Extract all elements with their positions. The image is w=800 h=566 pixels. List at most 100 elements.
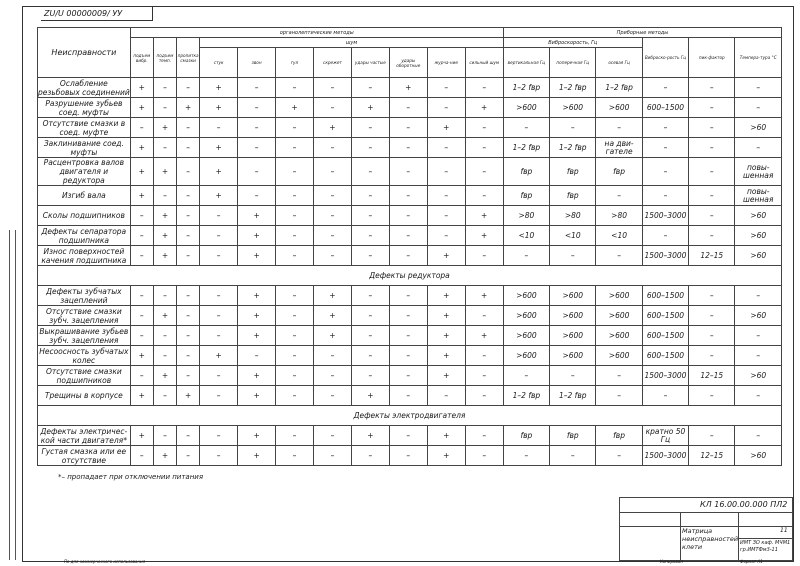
symptom-mark-cell: –	[176, 77, 201, 98]
symptom-mark-cell: +	[199, 157, 239, 186]
measure-cell-speed: 1500–3000	[641, 245, 690, 266]
symptom-mark-cell: +	[312, 305, 352, 326]
symptom-mark-cell: +	[152, 245, 178, 266]
measure-cell-peak: –	[688, 305, 736, 326]
measure-cell-speed: –	[641, 385, 690, 406]
symptom-mark-cell: –	[176, 245, 201, 266]
measure-cell-vert: 1–2 fвр	[502, 77, 551, 98]
symptom-mark-cell: +	[152, 205, 178, 226]
table-row: Заклинивание соед. муфты + – – + – – – – – – –1–2 f…	[37, 137, 782, 158]
fault-name-cell: Отсутствие смазки подшипников	[37, 365, 131, 386]
section-title-motor: Дефекты электродвигателя	[37, 405, 782, 426]
table-row: Разрушение зубьев соед. муфты + – + + – + – + – – +…	[37, 97, 782, 118]
symptom-mark-cell: –	[176, 157, 201, 186]
section-row: Дефекты электродвигателя	[37, 405, 782, 426]
symptom-mark-cell: –	[129, 117, 154, 138]
measure-cell-vert: >600	[502, 305, 551, 326]
symptom-mark-cell: +	[350, 385, 390, 406]
symptom-mark-cell: –	[275, 225, 314, 246]
symptom-mark-cell: –	[388, 117, 428, 138]
measure-cell-speed: 600–1500	[641, 97, 690, 118]
symptom-mark-cell: –	[129, 225, 154, 246]
measure-cell-os: 1–2 fвр	[595, 77, 643, 98]
symptom-mark-cell: –	[152, 325, 178, 346]
symptom-mark-cell: +	[176, 97, 201, 118]
stamp-sheet-count: 11	[780, 527, 788, 534]
symptom-mark-cell: –	[275, 185, 314, 206]
symptom-mark-cell: –	[464, 137, 504, 158]
measure-cell-vert: –	[502, 117, 551, 138]
section-title-reducer: Дефекты редуктора	[37, 265, 782, 286]
symptom-mark-cell: –	[426, 205, 466, 226]
symptom-mark-cell: –	[152, 345, 178, 366]
stamp-line	[680, 512, 681, 560]
measure-cell-vert: >600	[502, 97, 551, 118]
symptom-mark-cell: –	[199, 205, 239, 226]
symptom-mark-cell: –	[464, 157, 504, 186]
fault-rows: Ослабление резьбовых соединений + – – + – – – – +…	[37, 77, 782, 466]
measure-cell-pop: >600	[549, 285, 597, 306]
measure-cell-os: –	[595, 117, 643, 138]
symptom-mark-cell: +	[426, 445, 466, 466]
table-row: Густая смазка или ее отсутствие – + – – + – – – –…	[37, 445, 782, 466]
symptom-mark-cell: –	[275, 157, 314, 186]
symptom-mark-cell: –	[464, 445, 504, 466]
sub-header: сильный шум	[464, 47, 504, 78]
symptom-mark-cell: –	[388, 245, 428, 266]
symptom-mark-cell: –	[350, 157, 390, 186]
symptom-mark-cell: –	[176, 285, 201, 306]
symptom-mark-cell: –	[176, 205, 201, 226]
symptom-mark-cell: –	[129, 285, 154, 306]
symptom-mark-cell: –	[176, 445, 201, 466]
symptom-mark-cell: –	[388, 285, 428, 306]
symptom-mark-cell: +	[129, 185, 154, 206]
measure-cell-os: –	[595, 385, 643, 406]
symptom-mark-cell: +	[152, 117, 178, 138]
fault-name-cell: Выкрашивание зубьев зубч. зацепления	[37, 325, 131, 346]
measure-cell-peak: –	[688, 157, 736, 186]
sub-header: поперечная Гц	[549, 47, 597, 78]
measure-cell-pop: –	[549, 117, 597, 138]
sub-header: удары частые	[350, 47, 390, 78]
organoleptic-group-header: органолептические методы	[129, 27, 504, 38]
measure-cell-peak: –	[688, 385, 736, 406]
measure-cell-pop: –	[549, 245, 597, 266]
footnote: *– пропадает при отключении питания	[58, 473, 204, 481]
section-row: Дефекты редуктора	[37, 265, 782, 286]
measure-cell-os: на дви-гателе	[595, 137, 643, 158]
fault-name-cell: Трещины в корпусе	[37, 385, 131, 406]
measure-cell-pop: 1–2 fвр	[549, 137, 597, 158]
symptom-mark-cell: –	[464, 185, 504, 206]
fault-name-cell: Густая смазка или ее отсутствие	[37, 445, 131, 466]
measure-cell-temp: –	[734, 325, 782, 346]
symptom-mark-cell: +	[152, 365, 178, 386]
symptom-mark-cell: –	[275, 385, 314, 406]
symptom-mark-cell: –	[388, 365, 428, 386]
symptom-mark-cell: +	[464, 97, 504, 118]
measure-cell-pop: 1–2 fвр	[549, 77, 597, 98]
symptom-mark-cell: –	[350, 245, 390, 266]
measure-cell-vert: fвр	[502, 425, 551, 446]
table-row: Изгиб вала + – – + – – – – – – – fвр fвр – – – повы-шенна…	[37, 185, 782, 206]
symptom-mark-cell: –	[426, 137, 466, 158]
symptom-mark-cell: –	[426, 157, 466, 186]
symptom-mark-cell: +	[312, 117, 352, 138]
measure-cell-peak: –	[688, 137, 736, 158]
measure-cell-temp: >60	[734, 365, 782, 386]
symptom-mark-cell: –	[152, 97, 178, 118]
measure-cell-speed: 600–1500	[641, 325, 690, 346]
symptom-mark-cell: +	[350, 97, 390, 118]
symptom-mark-cell: –	[312, 385, 352, 406]
table-row: Трещины в корпусе + – + – + – – + – – –1–2 fвр 1–2 f…	[37, 385, 782, 406]
measure-cell-speed: –	[641, 185, 690, 206]
fault-name-cell: Дефекты электричес-кой части двигателя*	[37, 425, 131, 446]
symptom-mark-cell: –	[350, 137, 390, 158]
symptom-mark-cell: –	[350, 285, 390, 306]
symptom-mark-cell: –	[275, 205, 314, 226]
measure-cell-peak: –	[688, 285, 736, 306]
symptom-mark-cell: –	[275, 345, 314, 366]
measure-cell-peak: –	[688, 77, 736, 98]
table-row: Отсутствие смазки зубч. зацепления – + – – + –…	[37, 305, 782, 326]
measure-cell-pop: >80	[549, 205, 597, 226]
measure-cell-os: >600	[595, 345, 643, 366]
